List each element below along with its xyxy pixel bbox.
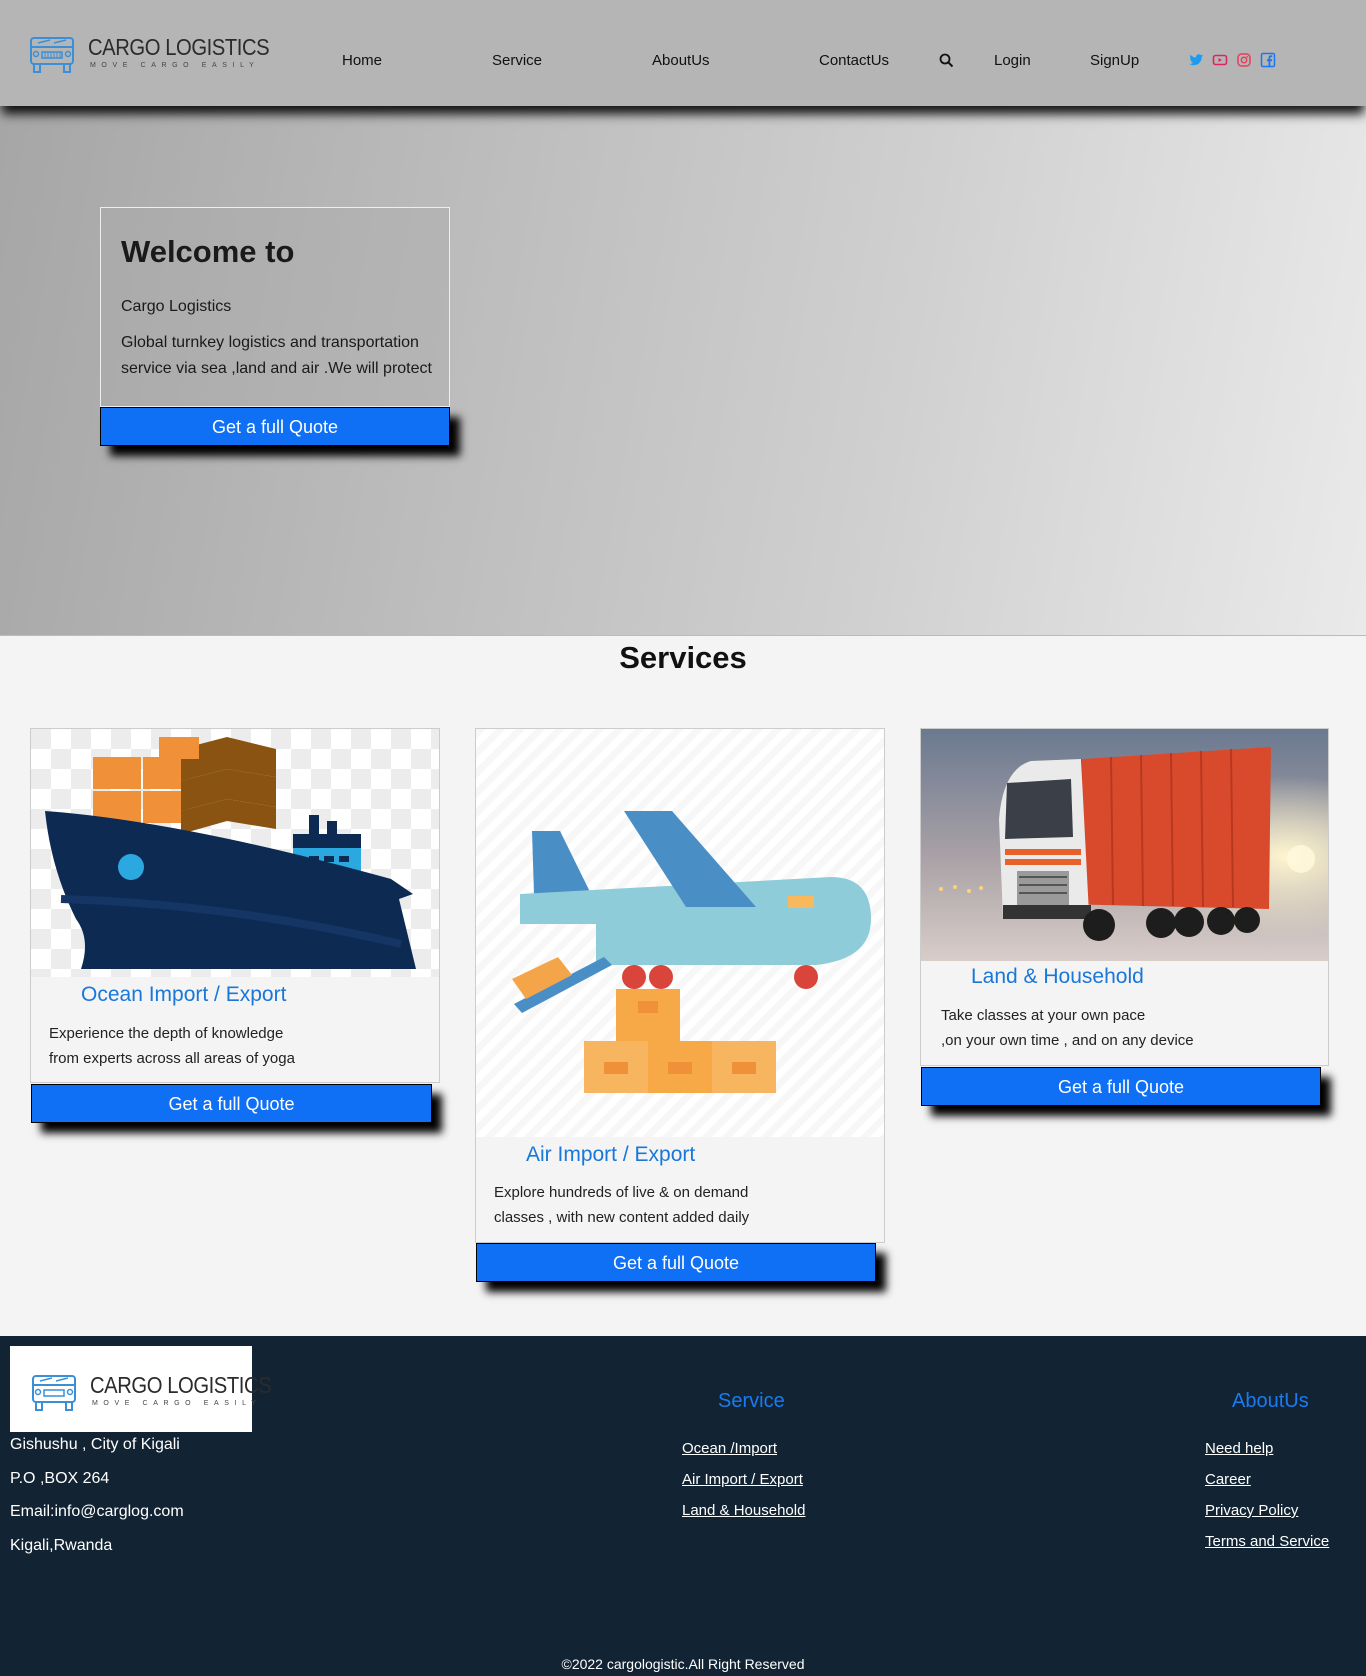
footer-link-privacy[interactable]: Privacy Policy xyxy=(1205,1502,1298,1519)
cargo-plane-icon xyxy=(476,729,884,1137)
service-title-ocean: Ocean Import / Export xyxy=(81,983,287,1006)
footer-link-terms[interactable]: Terms and Service xyxy=(1205,1533,1329,1550)
land-quote-button[interactable]: Get a full Quote xyxy=(921,1067,1321,1106)
facebook-icon[interactable] xyxy=(1260,52,1276,68)
footer-about-heading: AboutUs xyxy=(1232,1390,1309,1412)
nav-signup[interactable]: SignUp xyxy=(1090,52,1139,69)
hero-description: Global turnkey logistics and transportat… xyxy=(121,334,432,377)
services-heading: Services xyxy=(619,640,747,675)
service-desc-line: ,on your own time , and on any device xyxy=(941,1031,1194,1049)
cargo-ship-icon xyxy=(31,729,439,977)
twitter-icon[interactable] xyxy=(1188,52,1204,68)
service-desc-line: classes , with new content added daily xyxy=(494,1208,750,1226)
footer-logo-tagline: MOVE CARGO EASILY xyxy=(92,1400,262,1407)
site-logo[interactable]: CARGO LOGISTICS MOVE CARGO EASILY xyxy=(28,32,270,76)
footer-link-ocean[interactable]: Ocean /Import xyxy=(682,1440,777,1457)
site-footer: CARGO LOGISTICS MOVE CARGO EASILY Gishus… xyxy=(0,1336,1366,1676)
truck-logo-icon xyxy=(32,1375,76,1411)
hero-subtitle: Cargo Logistics xyxy=(121,298,232,315)
service-desc-air: Explore hundreds of live & on demand cla… xyxy=(494,1181,749,1230)
cargo-truck-photo xyxy=(921,729,1328,961)
hero-section: Welcome to Cargo Logistics Global turnke… xyxy=(0,106,1366,636)
footer-link-career[interactable]: Career xyxy=(1205,1471,1251,1488)
instagram-icon[interactable] xyxy=(1236,52,1252,68)
nav-login[interactable]: Login xyxy=(994,52,1031,69)
search-icon[interactable] xyxy=(938,52,956,70)
service-card-ocean: Ocean Import / Export Experience the dep… xyxy=(30,728,440,1123)
footer-logo-title: CARGO LOGISTICS xyxy=(90,1372,272,1398)
footer-logo[interactable]: CARGO LOGISTICS MOVE CARGO EASILY xyxy=(10,1346,272,1432)
air-quote-button[interactable]: Get a full Quote xyxy=(476,1243,876,1282)
service-desc-line: Take classes at your own pace xyxy=(941,1007,1146,1024)
hero-quote-button[interactable]: Get a full Quote xyxy=(100,407,450,446)
youtube-icon[interactable] xyxy=(1212,52,1228,68)
hero-title: Welcome to xyxy=(121,234,295,269)
service-desc-line: from experts across all areas of yoga xyxy=(49,1049,295,1067)
nav-service[interactable]: Service xyxy=(492,52,542,69)
welcome-box: Welcome to Cargo Logistics Global turnke… xyxy=(100,207,450,407)
service-title-air: Air Import / Export xyxy=(526,1143,696,1166)
footer-address-line: Gishushu , City of Kigali xyxy=(10,1436,180,1453)
footer-link-help[interactable]: Need help xyxy=(1205,1440,1273,1457)
logo-title: CARGO LOGISTICS xyxy=(88,34,270,60)
nav-aboutus[interactable]: AboutUs xyxy=(652,52,710,69)
site-header: CARGO LOGISTICS MOVE CARGO EASILY Home S… xyxy=(0,0,1366,106)
nav-contactus[interactable]: ContactUs xyxy=(819,52,889,69)
footer-pobox: P.O ,BOX 264 xyxy=(10,1470,110,1487)
service-card-land: Land & Household Take classes at your ow… xyxy=(920,728,1329,1106)
copyright-text: ©2022 cargologistic.All Right Reserved xyxy=(561,1656,805,1672)
truck-logo-icon xyxy=(30,37,74,73)
ocean-quote-button[interactable]: Get a full Quote xyxy=(31,1084,432,1123)
service-desc-land: Take classes at your own pace ,on your o… xyxy=(941,1004,1194,1053)
nav-home[interactable]: Home xyxy=(342,52,382,69)
service-title-land: Land & Household xyxy=(971,965,1144,988)
footer-city: Kigali,Rwanda xyxy=(10,1537,113,1554)
footer-service-heading: Service xyxy=(718,1390,785,1412)
service-desc-line: Explore hundreds of live & on demand xyxy=(494,1184,749,1201)
footer-link-air[interactable]: Air Import / Export xyxy=(682,1471,803,1488)
logo-tagline: MOVE CARGO EASILY xyxy=(90,62,260,69)
footer-email: Email:info@carglog.com xyxy=(10,1503,184,1520)
service-card-air: Air Import / Export Explore hundreds of … xyxy=(475,728,885,1282)
service-desc-line: Experience the depth of knowledge xyxy=(49,1025,284,1042)
service-desc-ocean: Experience the depth of knowledge from e… xyxy=(49,1022,295,1071)
footer-link-land[interactable]: Land & Household xyxy=(682,1502,805,1519)
